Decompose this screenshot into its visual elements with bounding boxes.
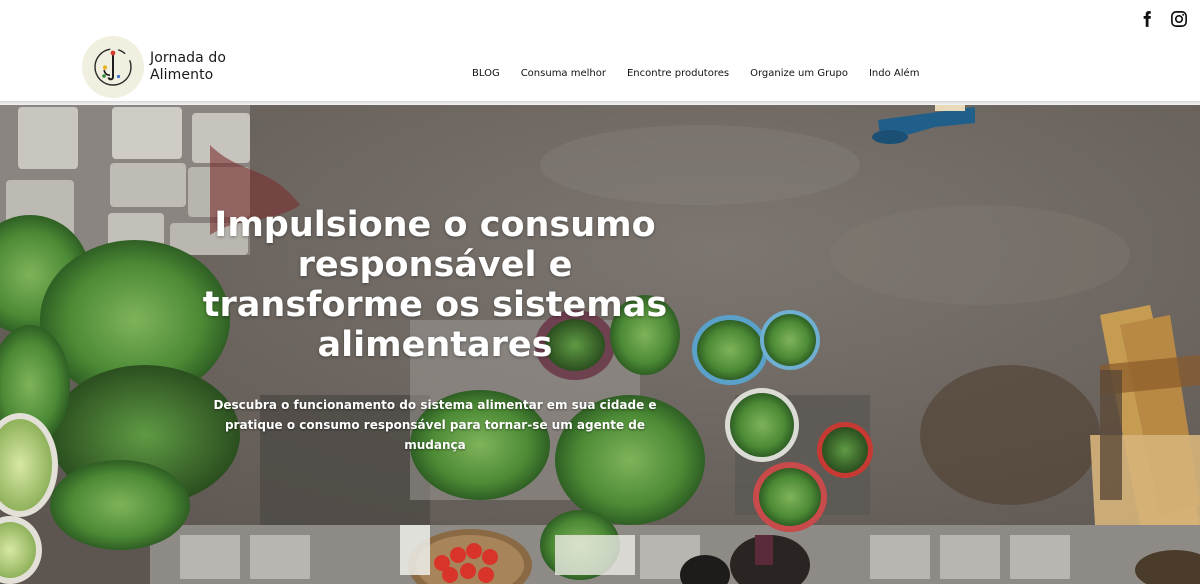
- brand-logo[interactable]: Jornada do Alimento: [82, 36, 226, 98]
- brand-name-line1: Jornada do: [150, 50, 227, 66]
- nav-item-organize-um-grupo[interactable]: Organize um Grupo: [750, 68, 848, 79]
- instagram-icon[interactable]: [1170, 10, 1188, 28]
- hero-section: Impulsione o consumo responsável e trans…: [0, 105, 1200, 584]
- social-links: [1138, 10, 1188, 28]
- nav-item-indo-alem[interactable]: Indo Além: [869, 68, 919, 79]
- brand-name-line2: Alimento: [150, 67, 214, 83]
- brand-name: Jornada do Alimento: [150, 50, 226, 84]
- nav-item-consuma-melhor[interactable]: Consuma melhor: [521, 68, 606, 79]
- main-nav: BLOG Consuma melhor Encontre produtores …: [472, 68, 919, 79]
- hero-subtitle: Descubra o funcionamento do sistema alim…: [213, 398, 657, 452]
- logo-mark-icon: [94, 48, 132, 86]
- facebook-icon[interactable]: [1138, 10, 1156, 28]
- site-header: Jornada do Alimento BLOG Consuma melhor …: [0, 0, 1200, 103]
- nav-item-encontre-produtores[interactable]: Encontre produtores: [627, 68, 729, 79]
- hero-title: Impulsione o consumo responsável e trans…: [202, 205, 668, 365]
- logo-badge: [82, 36, 144, 98]
- nav-item-blog[interactable]: BLOG: [472, 68, 500, 79]
